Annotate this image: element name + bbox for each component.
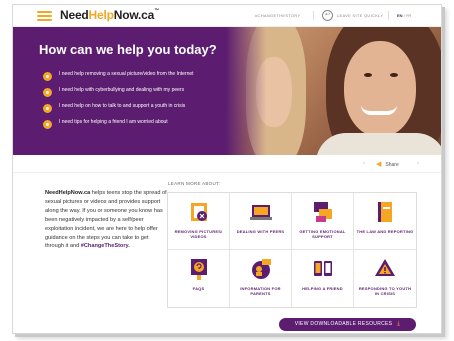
faq-icon xyxy=(190,259,207,280)
parents-icon xyxy=(251,259,271,279)
support-icon xyxy=(313,202,332,222)
share-bar: ‹ ◀ Share › xyxy=(13,155,441,173)
tile-law-and-reporting[interactable]: THE LAW AND REPORTING xyxy=(354,193,416,250)
tile-removing-pictures[interactable]: REMOVING PICTURES/ VIDEOS xyxy=(168,193,230,250)
chevron-left-icon[interactable]: ‹ xyxy=(363,161,365,167)
help-option[interactable]: I need tips for helping a friend I am wo… xyxy=(43,119,223,129)
language-switcher: EN / FR xyxy=(397,13,412,18)
tile-information-for-parents[interactable]: INFORMATION FOR PARENTS xyxy=(230,250,292,307)
remove-image-icon xyxy=(190,203,207,221)
share-icon: ◀ xyxy=(376,161,382,168)
help-option[interactable]: I need help removing a sexual picture/vi… xyxy=(43,71,223,81)
lang-fr-link[interactable]: FR xyxy=(406,13,411,18)
share-button[interactable]: ◀ Share xyxy=(376,160,399,168)
tile-faqs[interactable]: FAQS xyxy=(168,250,230,307)
webpage: NeedHelpNow.ca™ #CHANGETHESTORY ↩ LEAVE … xyxy=(12,4,442,334)
bullet-icon xyxy=(43,104,52,113)
help-option[interactable]: I need help on how to talk to and suppor… xyxy=(43,103,223,113)
download-icon: ⤓ xyxy=(397,321,401,327)
bullet-icon xyxy=(43,72,52,81)
bullet-icon xyxy=(43,88,52,97)
hamburger-menu-icon[interactable] xyxy=(37,9,52,22)
downloadable-resources-button[interactable]: VIEW DOWNLOADABLE RESOURCES ⤓ xyxy=(279,318,416,331)
hero-title: How can we help you today? xyxy=(39,42,217,57)
divider xyxy=(388,11,389,20)
tile-emotional-support[interactable]: GETTING EMOTIONAL SUPPORT xyxy=(292,193,354,250)
tile-helping-a-friend[interactable]: HELPING A FRIEND xyxy=(292,250,354,307)
learn-more-grid: REMOVING PICTURES/ VIDEOS DEALING WITH P… xyxy=(167,192,417,308)
leave-site-quickly-link[interactable]: LEAVE SITE QUICKLY xyxy=(337,13,383,18)
tile-dealing-with-peers[interactable]: DEALING WITH PEERS xyxy=(230,193,292,250)
site-logo[interactable]: NeedHelpNow.ca™ xyxy=(60,8,159,22)
hero-banner: How can we help you today? I need help r… xyxy=(13,27,441,155)
help-option[interactable]: I need help with cyberbullying and deali… xyxy=(43,87,223,97)
phones-icon xyxy=(313,261,332,276)
bullet-icon xyxy=(43,120,52,129)
chevron-right-icon[interactable]: › xyxy=(417,161,419,167)
law-book-icon xyxy=(378,202,392,222)
intro-paragraph: NeedHelpNow.ca helps teens stop the spre… xyxy=(45,190,167,250)
divider xyxy=(313,11,314,20)
site-header: NeedHelpNow.ca™ #CHANGETHESTORY ↩ LEAVE … xyxy=(13,5,441,27)
learn-more-heading: LEARN MORE ABOUT: xyxy=(168,181,221,186)
laptop-icon xyxy=(249,205,272,220)
hashtag-link[interactable]: #CHANGETHESTORY xyxy=(255,13,300,18)
warning-icon xyxy=(375,259,395,276)
hero-photo xyxy=(226,27,441,155)
help-options-list: I need help removing a sexual picture/vi… xyxy=(43,71,223,135)
tile-responding-to-youth[interactable]: RESPONDING TO YOUTH IN CRISIS xyxy=(354,250,416,307)
exit-icon[interactable]: ↩ xyxy=(322,10,333,21)
lang-en-link[interactable]: EN xyxy=(397,13,403,18)
